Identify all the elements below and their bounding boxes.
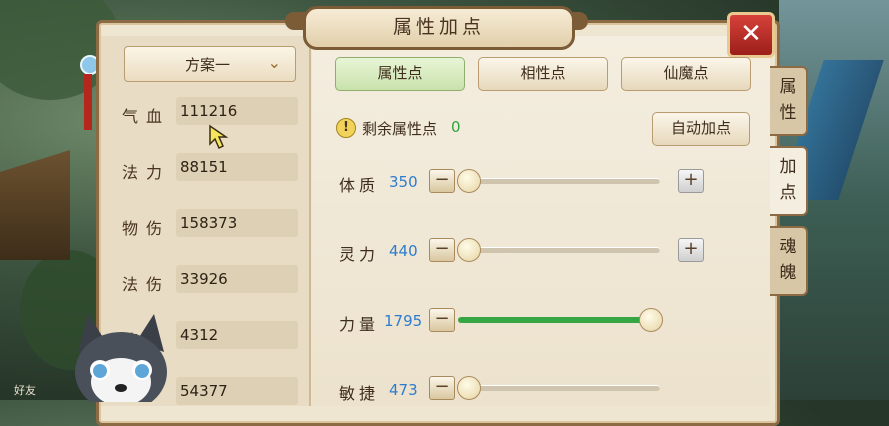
stat-value-mp: 88151 [176,153,298,181]
husky-nose [115,384,127,392]
allocation-area [312,36,770,406]
tab-immortal-demon-points[interactable]: 仙魔点 [621,57,751,91]
side-tab-label: 魂魄 [779,237,797,283]
cursor-pointer-icon [209,124,229,150]
panel-title: 属性加点 [303,6,575,50]
minus-icon: − [434,308,450,329]
stat-value-speed: 4312 [176,321,298,349]
spirit-plus-button[interactable]: + [678,238,704,262]
strength-minus-button[interactable]: − [429,308,455,332]
stat-value-extra: 54377 [176,377,298,405]
slider-knob[interactable] [457,169,482,193]
attr-name-agility: 敏捷 [339,384,380,403]
scheme-selected: 方案一 [185,56,231,74]
attr-name-constitution: 体质 [339,176,380,195]
auto-allocate-button[interactable]: 自动加点 [652,112,750,146]
attr-name-strength: 力量 [339,315,380,334]
attr-value-agility: 473 [389,381,418,399]
agility-slider[interactable] [457,376,660,400]
red-tassel [84,74,92,130]
constitution-plus-button[interactable]: + [678,169,704,193]
slider-fill [458,317,650,323]
stat-label-hp: 气血 [122,107,171,126]
spirit-slider[interactable] [457,238,660,262]
hut-roof [0,150,70,260]
stat-label-phys-dmg: 物伤 [122,219,171,238]
remaining-points-label: 剩余属性点 [362,120,438,138]
slider-knob[interactable] [457,238,482,262]
constitution-minus-button[interactable]: − [429,169,455,193]
stat-value-phys-dmg: 158373 [176,209,298,237]
side-tab-label: 加点 [779,157,797,203]
tab-attribute-points[interactable]: 属性点 [335,57,465,91]
close-icon: ✕ [740,19,762,49]
stat-value-magic-dmg: 33926 [176,265,298,293]
side-tab-label: 属性 [779,77,797,123]
plus-icon: + [683,238,699,259]
husky-pupil-left [93,364,107,378]
exclamation-icon: ! [336,118,356,138]
remaining-points-value: 0 [451,118,461,136]
close-button[interactable]: ✕ [727,12,775,58]
attr-value-constitution: 350 [389,173,418,191]
minus-icon: − [434,376,450,397]
minus-icon: − [434,169,450,190]
slider-knob[interactable] [457,376,482,400]
side-tab-soul[interactable]: 魂魄 [770,226,808,296]
tab-affinity-points[interactable]: 相性点 [478,57,608,91]
slider-knob[interactable] [638,308,663,332]
attr-name-spirit: 灵力 [339,245,380,264]
attr-value-spirit: 440 [389,242,418,260]
husky-pupil-right [135,364,149,378]
stat-label-magic-dmg: 法伤 [122,275,171,294]
friend-label: 好友 [14,384,36,397]
minus-icon: − [434,238,450,259]
stat-label-mp: 法力 [122,163,171,182]
husky-mascot [75,314,167,402]
agility-minus-button[interactable]: − [429,376,455,400]
stat-value-hp: 111216 [176,97,298,125]
chevron-down-icon: ⌄ [267,53,281,72]
constitution-slider[interactable] [457,169,660,193]
strength-slider[interactable] [458,308,663,332]
spirit-minus-button[interactable]: − [429,238,455,262]
scheme-dropdown[interactable]: 方案一 ⌄ [124,46,296,82]
side-tab-attributes[interactable]: 属性 [770,66,808,136]
side-tab-allocate[interactable]: 加点 [770,146,808,216]
plus-icon: + [683,169,699,190]
attr-value-strength: 1795 [384,312,423,330]
